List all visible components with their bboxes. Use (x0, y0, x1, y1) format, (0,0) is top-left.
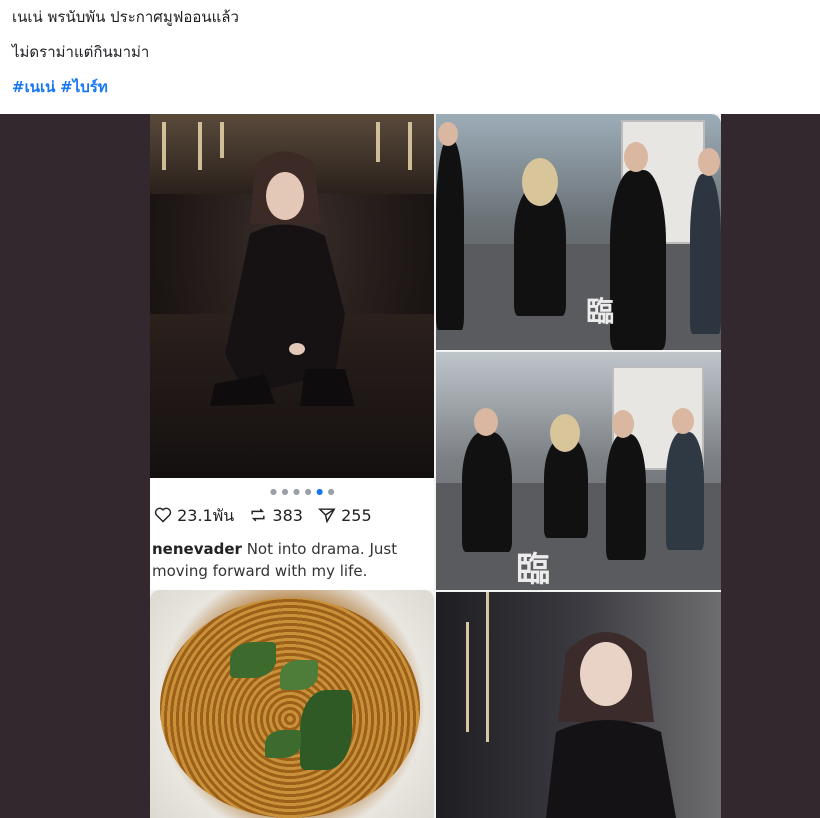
person (606, 434, 646, 560)
noodles (160, 598, 420, 818)
repost-stat[interactable]: 383 (249, 506, 308, 525)
person-head (522, 158, 558, 206)
street (436, 243, 721, 350)
like-stat[interactable]: 23.1พัน (154, 506, 239, 525)
person-head (474, 408, 498, 436)
road-marking: 臨 (516, 550, 552, 590)
person (610, 170, 666, 350)
person (462, 432, 512, 552)
ceiling-light (408, 122, 412, 170)
wall-light (486, 592, 489, 742)
person-head (624, 142, 648, 172)
post-line-2: ไม่ดราม่าแต่กินมาม่า (12, 43, 150, 61)
vegetable-leaf (265, 730, 301, 758)
photo-collage: ● ● ● ● ● ● 23.1พัน 383 255 nenevader No… (150, 114, 721, 818)
heart-icon (154, 507, 172, 523)
ig-username: nenevader (152, 540, 242, 558)
send-icon (318, 508, 336, 524)
vegetable-leaf (230, 642, 276, 678)
person (690, 174, 721, 334)
ig-caption: nenevader Not into drama. Just moving fo… (152, 538, 434, 582)
engagement-row: 23.1พัน 383 255 (154, 504, 382, 529)
tunnel-photo (150, 114, 434, 478)
ceiling-light (376, 122, 380, 162)
share-stat[interactable]: 255 (318, 506, 372, 525)
road-marking: 臨 (586, 295, 617, 328)
person (544, 438, 588, 538)
person (436, 140, 464, 330)
person-head (698, 148, 720, 176)
repost-icon (251, 508, 265, 522)
repost-count: 383 (272, 506, 303, 525)
person-head (550, 414, 580, 452)
like-count: 23.1พัน (177, 506, 235, 525)
vegetable-leaf (300, 690, 352, 770)
post-line-1: เนเน่ พรนับพัน ประกาศมูฟออนแล้ว (12, 8, 239, 26)
hashtag-line: #เนเน่ #ไบร์ท (12, 77, 108, 97)
instagram-post-stats: ● ● ● ● ● ● 23.1พัน 383 255 nenevader No… (150, 478, 434, 590)
hashtag-link-nene[interactable]: #เนเน่ (12, 78, 55, 96)
ceiling-light (162, 122, 166, 170)
person-head (438, 122, 458, 146)
post-photo[interactable]: ● ● ● ● ● ● 23.1พัน 383 255 nenevader No… (0, 114, 820, 818)
person-head (612, 410, 634, 438)
portrait-photo (436, 592, 721, 818)
noodle-bowl-photo (150, 590, 434, 818)
group-street-photo-1: 臨 (436, 114, 721, 350)
person-head (672, 408, 694, 434)
vegetable-leaf (280, 660, 318, 690)
wall-light (466, 622, 469, 732)
woman-portrait (546, 632, 676, 818)
share-count: 255 (341, 506, 372, 525)
group-street-photo-2: 臨 (436, 352, 721, 590)
hashtag-link-bright[interactable]: #ไบร์ท (60, 78, 108, 96)
person (666, 432, 704, 550)
ceiling-light (198, 122, 202, 170)
crouching-woman (210, 151, 355, 406)
carousel-dots: ● ● ● ● ● ● (270, 487, 336, 496)
